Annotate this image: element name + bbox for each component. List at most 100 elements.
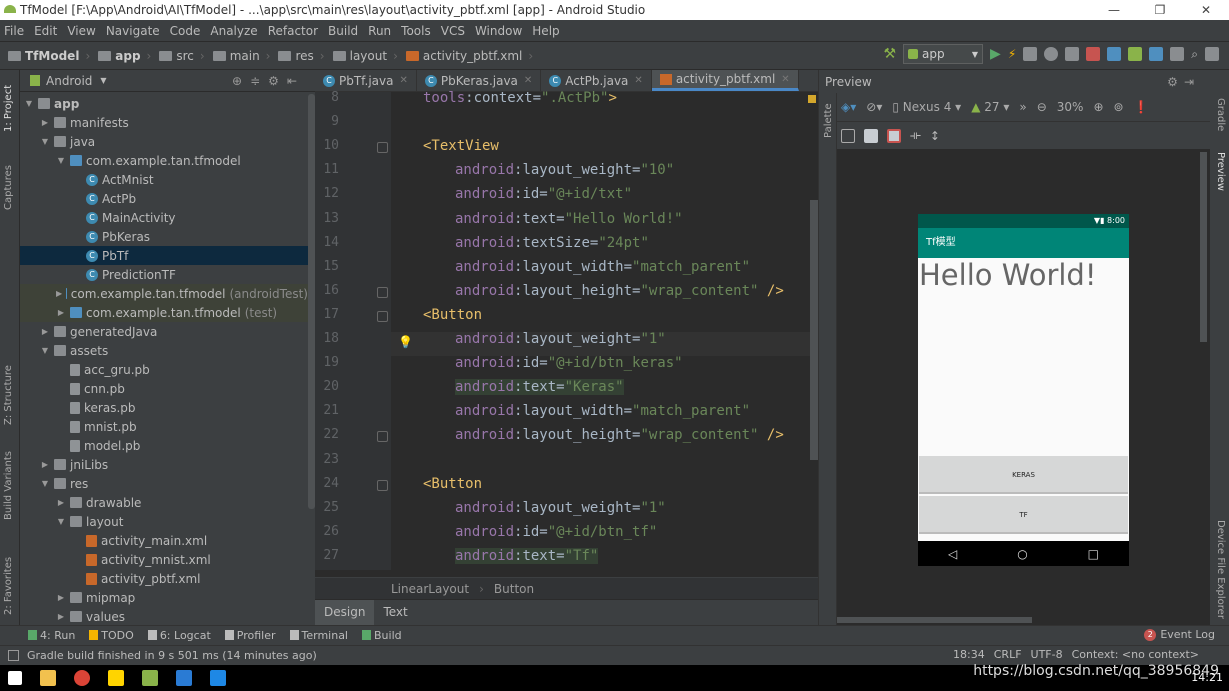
file-encoding[interactable]: UTF-8 (1031, 648, 1063, 661)
menu-file[interactable]: File (4, 24, 24, 38)
attach-debugger-icon[interactable] (1065, 47, 1080, 61)
toggle-tool-windows-icon[interactable] (8, 650, 19, 661)
menu-tools[interactable]: Tools (401, 24, 431, 38)
tree-item[interactable]: ▼ app (20, 94, 308, 113)
constraints-icon[interactable] (864, 128, 878, 143)
phone-app-icon[interactable] (210, 670, 226, 686)
collapsed-arrow-icon[interactable]: ▶ (40, 327, 50, 336)
device-file-explorer-tab[interactable]: Device File Explorer (1215, 520, 1226, 619)
run-config-select[interactable]: app ▼ (903, 44, 984, 64)
breadcrumb-button[interactable]: Button (494, 582, 534, 596)
tree-item[interactable]: ▶ drawable (20, 493, 308, 512)
menu-window[interactable]: Window (475, 24, 522, 38)
pack-horizontal-icon[interactable]: ⟛ (910, 128, 921, 143)
tree-item[interactable]: ▶ com.example.tan.tfmodel (androidTest) (20, 284, 308, 303)
tab-actpb-java[interactable]: C ActPb.java ✕ (541, 70, 652, 91)
breadcrumb-item[interactable]: res › (278, 49, 325, 63)
layers-icon[interactable]: ◈▾ (841, 100, 856, 114)
expanded-arrow-icon[interactable]: ▼ (56, 517, 66, 526)
tool-6-logcat[interactable]: 6: Logcat (147, 629, 211, 642)
file-explorer-icon[interactable] (40, 670, 56, 686)
code-line[interactable]: <Button (423, 476, 482, 492)
zoom-fit-icon[interactable]: ⊚ (1114, 100, 1124, 114)
menu-edit[interactable]: Edit (34, 24, 57, 38)
tree-item[interactable]: cnn.pb (20, 379, 308, 398)
collapsed-arrow-icon[interactable]: ▶ (56, 289, 62, 298)
orientation-icon[interactable]: ⊘▾ (866, 100, 882, 114)
tool-4-run[interactable]: 4: Run (28, 629, 75, 642)
tree-item[interactable]: C PredictionTF (20, 265, 308, 284)
structure-tool-tab[interactable]: Z: Structure (3, 365, 14, 425)
code-line[interactable]: android:layout_weight="10" (455, 162, 674, 178)
preview-horizontal-scrollbar[interactable] (837, 617, 1032, 623)
tree-item[interactable]: ▼ layout (20, 512, 308, 531)
breadcrumb-item[interactable]: src › (159, 49, 205, 63)
breadcrumb-item[interactable]: activity_pbtf.xml › (405, 49, 533, 63)
collapsed-arrow-icon[interactable]: ▶ (40, 118, 50, 127)
menu-analyze[interactable]: Analyze (210, 24, 257, 38)
chrome-icon[interactable] (74, 670, 90, 686)
maximize-button[interactable]: ❐ (1137, 0, 1183, 20)
tree-item[interactable]: C ActMnist (20, 170, 308, 189)
event-log-button[interactable]: 2 Event Log (1144, 628, 1215, 641)
debug-icon[interactable] (1023, 47, 1038, 61)
apply-changes-icon[interactable]: ⚡ (1008, 47, 1016, 61)
close-button[interactable]: ✕ (1183, 0, 1229, 20)
tree-item[interactable]: ▶ mipmap (20, 588, 308, 607)
collapsed-arrow-icon[interactable]: ▶ (56, 498, 66, 507)
menu-build[interactable]: Build (328, 24, 358, 38)
tree-item[interactable]: activity_main.xml (20, 531, 308, 550)
collapsed-arrow-icon[interactable]: ▶ (56, 612, 66, 621)
menu-navigate[interactable]: Navigate (106, 24, 160, 38)
preview-tool-tab[interactable]: Preview (1215, 152, 1226, 191)
tab-pbtf-java[interactable]: C PbTf.java ✕ (315, 70, 417, 91)
collapsed-arrow-icon[interactable]: ▶ (56, 308, 66, 317)
expanded-arrow-icon[interactable]: ▼ (24, 99, 34, 108)
tool-todo[interactable]: TODO (89, 629, 134, 642)
more-icon[interactable]: » (1019, 100, 1026, 114)
tree-item[interactable]: C PbKeras (20, 227, 308, 246)
tree-item[interactable]: activity_mnist.xml (20, 550, 308, 569)
lightbulb-icon[interactable]: 💡 (398, 335, 413, 349)
blueprint-icon[interactable] (841, 128, 855, 143)
expanded-arrow-icon[interactable]: ▼ (56, 156, 66, 165)
tab-text[interactable]: Text (374, 600, 416, 625)
project-view-select[interactable]: Android (46, 74, 92, 88)
project-scrollbar[interactable] (308, 94, 315, 509)
expanded-arrow-icon[interactable]: ▼ (40, 346, 50, 355)
tab-pbkeras-java[interactable]: C PbKeras.java ✕ (417, 70, 542, 91)
code-line[interactable]: android:layout_weight="1" (455, 500, 666, 516)
code-line[interactable]: tools:context=".ActPb"> (423, 90, 617, 106)
sdk-manager-icon[interactable] (1149, 47, 1164, 61)
code-line[interactable]: <Button (423, 307, 482, 323)
layout-inspector-icon[interactable] (1205, 47, 1219, 61)
breadcrumb-item[interactable]: layout › (332, 49, 398, 63)
tree-item[interactable]: ▶ values (20, 607, 308, 626)
code-line[interactable]: android:text="Tf" (455, 547, 599, 564)
zoom-out-icon[interactable]: ⊖ (1037, 100, 1047, 114)
hide-panel-icon[interactable]: ⇤ (287, 74, 305, 88)
fold-marker-icon[interactable] (377, 286, 388, 298)
project-tool-tab[interactable]: 1: Project (3, 85, 14, 132)
collapsed-arrow-icon[interactable]: ▶ (56, 593, 66, 602)
close-tab-icon[interactable]: ✕ (400, 75, 408, 86)
line-separator[interactable]: CRLF (994, 648, 1022, 661)
hide-panel-icon[interactable]: ⇥ (1184, 75, 1200, 89)
code-line[interactable]: android:textSize="24pt" (455, 235, 649, 251)
tree-item[interactable]: ▶ generatedJava (20, 322, 308, 341)
tree-item[interactable]: ▼ java (20, 132, 308, 151)
caret-position[interactable]: 18:34 (953, 648, 985, 661)
minimize-button[interactable]: — (1091, 0, 1137, 20)
search-icon[interactable]: ⌕ (1191, 47, 1198, 62)
fold-marker-icon[interactable] (377, 142, 388, 154)
run-icon[interactable]: ▶ (990, 46, 1001, 62)
tree-item[interactable]: ▼ res (20, 474, 308, 493)
build-variants-tool-tab[interactable]: Build Variants (3, 451, 14, 520)
tree-item[interactable]: ▶ com.example.tan.tfmodel (test) (20, 303, 308, 322)
zoom-in-icon[interactable]: ⊕ (1093, 100, 1103, 114)
menu-view[interactable]: View (67, 24, 95, 38)
close-tab-icon[interactable]: ✕ (781, 74, 789, 85)
code-line[interactable]: android:id="@+id/btn_keras" (455, 355, 683, 371)
scroll-from-source-icon[interactable]: ⊕ (232, 74, 250, 88)
breadcrumb-linearlayout[interactable]: LinearLayout (391, 582, 469, 596)
